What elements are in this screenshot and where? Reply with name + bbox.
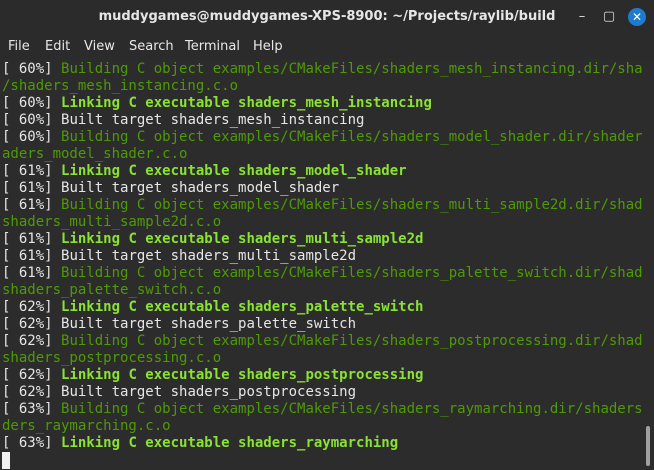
progress-prefix: [ 60%] (2, 95, 62, 111)
line-text: Built target shaders_model_shader (61, 180, 340, 196)
progress-prefix: [ 63%] (2, 435, 62, 451)
terminal-line: [ 61%] Built target shaders_model_shader (2, 180, 339, 197)
line-text: Linking C executable shaders_multi_sampl… (61, 231, 424, 247)
progress-prefix: [ 60%] (2, 112, 62, 128)
terminal-line: [ 62%] Built target shaders_palette_swit… (2, 316, 356, 333)
progress-prefix: [ 62%] (2, 333, 62, 349)
line-text: Building C object examples/CMakeFiles/sh… (61, 129, 654, 145)
menu-help[interactable]: Help (253, 34, 283, 59)
terminal-line: [ 60%] Building C object examples/CMakeF… (2, 61, 654, 78)
terminal-line: [ 61%] Built target shaders_multi_sample… (2, 248, 356, 265)
line-text: Building C object examples/CMakeFiles/sh… (61, 265, 654, 281)
progress-prefix: [ 61%] (2, 163, 62, 179)
progress-prefix: [ 63%] (2, 401, 62, 417)
line-text: Building C object examples/CMakeFiles/sh… (61, 401, 654, 417)
line-text: aders_model_shader.c.o (2, 146, 188, 162)
progress-prefix: [ 62%] (2, 384, 62, 400)
terminal-line: [ 61%] Linking C executable shaders_mode… (2, 163, 407, 180)
window-title: muddygames@muddygames-XPS-8900: ~/Projec… (98, 9, 556, 24)
menu-file[interactable]: File (8, 34, 30, 59)
terminal-line: shaders_multi_sample2d.c.o (2, 214, 221, 231)
progress-prefix: [ 60%] (2, 129, 62, 145)
menu-bar: File Edit View Search Terminal Help (0, 34, 654, 59)
line-text: Built target shaders_mesh_instancing (61, 112, 365, 128)
progress-prefix: [ 61%] (2, 248, 62, 264)
line-text: Built target shaders_postprocessing (61, 384, 357, 400)
title-bar[interactable]: muddygames@muddygames-XPS-8900: ~/Projec… (0, 0, 654, 34)
line-text: shaders_palette_switch.c.o (2, 282, 222, 298)
line-text: Linking C executable shaders_palette_swi… (61, 299, 424, 315)
progress-prefix: [ 61%] (2, 180, 62, 196)
progress-prefix: [ 62%] (2, 299, 62, 315)
terminal-line: [ 62%] Building C object examples/CMakeF… (2, 333, 654, 350)
terminal-line: [ 60%] Linking C executable shaders_mesh… (2, 95, 432, 112)
terminal-line: [ 62%] Linking C executable shaders_post… (2, 367, 423, 384)
line-text: shaders_postprocessing.c.o (2, 350, 222, 366)
progress-prefix: [ 62%] (2, 316, 62, 332)
menu-view[interactable]: View (84, 34, 115, 59)
terminal-line: shaders_palette_switch.c.o (2, 282, 221, 299)
line-text: Linking C executable shaders_postprocess… (61, 367, 424, 383)
progress-prefix: [ 61%] (2, 265, 62, 281)
line-text: ders_raymarching.c.o (2, 418, 171, 434)
terminal-line: [ 62%] Built target shaders_postprocessi… (2, 384, 356, 401)
terminal-line: [ 62%] Linking C executable shaders_pale… (2, 299, 423, 316)
progress-prefix: [ 62%] (2, 367, 62, 383)
line-text: Built target shaders_palette_switch (61, 316, 357, 332)
line-text: Building C object examples/CMakeFiles/sh… (61, 61, 654, 77)
text-cursor (2, 452, 10, 469)
progress-prefix: [ 61%] (2, 231, 62, 247)
terminal-line: aders_model_shader.c.o (2, 146, 187, 163)
terminal-line: [ 60%] Building C object examples/CMakeF… (2, 129, 654, 146)
close-icon[interactable]: ✕ (628, 8, 646, 26)
terminal-line: [ 61%] Building C object examples/CMakeF… (2, 265, 654, 282)
terminal-line: [ 63%] Linking C executable shaders_raym… (2, 435, 398, 452)
scrollbar-thumb[interactable] (646, 426, 650, 466)
line-text: Built target shaders_multi_sample2d (61, 248, 357, 264)
line-text: shaders_multi_sample2d.c.o (2, 214, 222, 230)
menu-terminal[interactable]: Terminal (185, 34, 240, 59)
minimize-icon[interactable]: – (573, 8, 591, 26)
terminal-line: [ 60%] Built target shaders_mesh_instanc… (2, 112, 364, 129)
scrollbar[interactable] (643, 60, 654, 470)
line-text: /shaders_mesh_instancing.c.o (2, 78, 239, 94)
terminal-line: shaders_postprocessing.c.o (2, 350, 221, 367)
progress-prefix: [ 61%] (2, 197, 62, 213)
menu-search[interactable]: Search (129, 34, 174, 59)
line-text: Linking C executable shaders_mesh_instan… (61, 95, 432, 111)
line-text: Building C object examples/CMakeFiles/sh… (61, 197, 654, 213)
terminal-line: [ 61%] Linking C executable shaders_mult… (2, 231, 423, 248)
terminal-line: ders_raymarching.c.o (2, 418, 171, 435)
menu-edit[interactable]: Edit (45, 34, 70, 59)
terminal-window: muddygames@muddygames-XPS-8900: ~/Projec… (0, 0, 654, 470)
line-text: Building C object examples/CMakeFiles/sh… (61, 333, 654, 349)
terminal-output[interactable]: [ 60%] Building C object examples/CMakeF… (0, 60, 654, 470)
terminal-line: /shaders_mesh_instancing.c.o (2, 78, 238, 95)
terminal-line: [ 63%] Building C object examples/CMakeF… (2, 401, 654, 418)
terminal-line: [ 61%] Building C object examples/CMakeF… (2, 197, 654, 214)
maximize-icon[interactable]: ▢ (600, 8, 618, 26)
progress-prefix: [ 60%] (2, 61, 62, 77)
line-text: Linking C executable shaders_model_shade… (61, 163, 407, 179)
line-text: Linking C executable shaders_raymarching (61, 435, 399, 451)
